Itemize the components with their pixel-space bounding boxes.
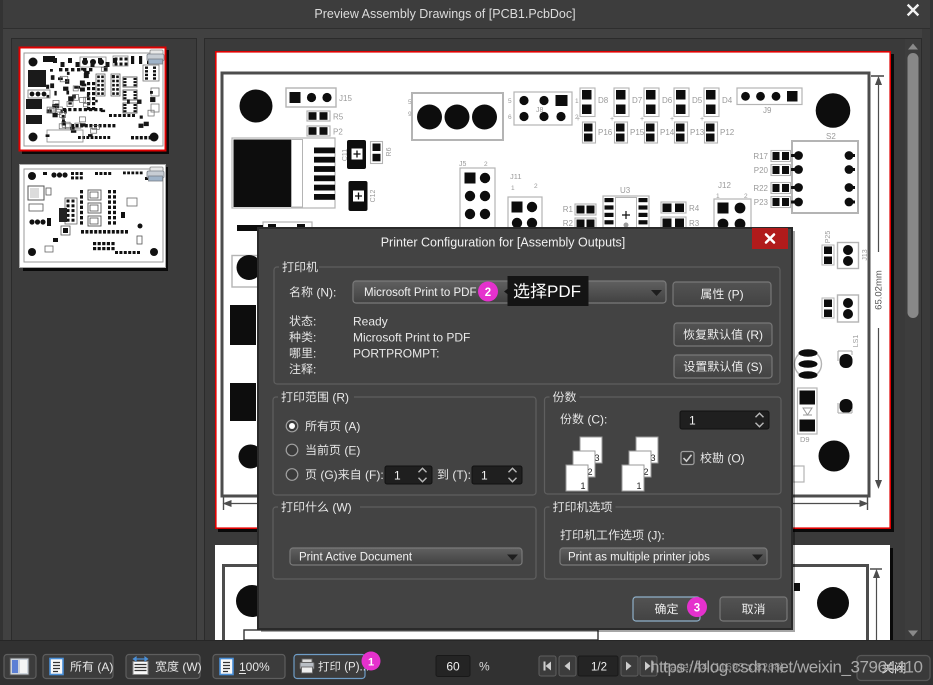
svg-text:D6: D6 bbox=[662, 96, 673, 105]
svg-text:+: + bbox=[670, 116, 674, 123]
svg-text:C11: C11 bbox=[342, 149, 349, 161]
svg-text:R17: R17 bbox=[753, 152, 768, 161]
svg-text:D8: D8 bbox=[598, 96, 609, 105]
svg-text:R22: R22 bbox=[753, 184, 768, 193]
svg-text:Printer Configuration for [Ass: Printer Configuration for [Assembly Outp… bbox=[381, 236, 626, 250]
svg-text:(N):: (N): bbox=[316, 285, 336, 299]
svg-text:J13: J13 bbox=[862, 249, 869, 260]
svg-text:R4: R4 bbox=[689, 204, 700, 213]
svg-text:%: % bbox=[479, 660, 490, 674]
svg-text:P2: P2 bbox=[333, 128, 343, 137]
svg-text:(F):: (F): bbox=[365, 468, 384, 482]
svg-text:J12: J12 bbox=[718, 181, 731, 190]
svg-text:2: 2 bbox=[485, 287, 491, 299]
svg-text:P13: P13 bbox=[690, 128, 705, 137]
svg-text:J15: J15 bbox=[339, 94, 352, 103]
svg-text:5: 5 bbox=[508, 98, 512, 105]
svg-text:C12: C12 bbox=[370, 189, 377, 202]
svg-text:D4: D4 bbox=[722, 96, 733, 105]
svg-text:P14: P14 bbox=[660, 128, 675, 137]
svg-text:PDF: PDF bbox=[547, 282, 581, 301]
svg-text:1: 1 bbox=[481, 468, 488, 482]
svg-text:65.02mm: 65.02mm bbox=[874, 270, 885, 310]
svg-text:+: + bbox=[610, 116, 614, 123]
svg-text:1/2: 1/2 bbox=[591, 662, 607, 674]
svg-text:(R): (R) bbox=[332, 390, 349, 404]
svg-text:Preview Assembly Drawings of [: Preview Assembly Drawings of [PCB1.PcbDo… bbox=[314, 7, 575, 21]
svg-text:1: 1 bbox=[636, 481, 641, 491]
svg-text:P23: P23 bbox=[754, 198, 769, 207]
svg-text:2: 2 bbox=[534, 183, 538, 190]
svg-text:(P): (P) bbox=[728, 287, 744, 301]
svg-text:1: 1 bbox=[580, 481, 585, 491]
svg-text:R2: R2 bbox=[563, 219, 574, 228]
svg-text:+: + bbox=[700, 116, 704, 123]
svg-text::: : bbox=[313, 314, 316, 328]
svg-text:P20: P20 bbox=[754, 166, 769, 175]
svg-text:60: 60 bbox=[446, 660, 460, 674]
svg-text:100%: 100% bbox=[239, 660, 270, 674]
svg-text::: : bbox=[313, 330, 316, 344]
svg-text:(E): (E) bbox=[344, 443, 360, 457]
svg-text:Print Active Document: Print Active Document bbox=[299, 552, 413, 564]
svg-text:J11: J11 bbox=[510, 172, 522, 181]
svg-text:PORTPROMPT:: PORTPROMPT: bbox=[353, 346, 439, 360]
svg-text:J8: J8 bbox=[536, 107, 544, 114]
svg-text:+: + bbox=[576, 116, 580, 123]
svg-text:1: 1 bbox=[511, 185, 515, 192]
svg-text:2: 2 bbox=[484, 161, 488, 168]
svg-text:1: 1 bbox=[394, 468, 401, 482]
svg-text:Microsoft Print to PDF: Microsoft Print to PDF bbox=[364, 287, 476, 299]
svg-text:(J):: (J): bbox=[647, 528, 664, 542]
svg-text:J5: J5 bbox=[459, 161, 467, 168]
svg-text:U3: U3 bbox=[620, 186, 631, 195]
svg-text::: : bbox=[313, 362, 316, 376]
svg-text:+: + bbox=[640, 116, 644, 123]
svg-text:(R): (R) bbox=[746, 328, 763, 342]
svg-text:3: 3 bbox=[694, 603, 700, 615]
svg-text:(G): (G) bbox=[320, 468, 337, 482]
svg-text:9: 9 bbox=[408, 111, 412, 118]
svg-text:D5: D5 bbox=[692, 96, 703, 105]
svg-text:(C):: (C): bbox=[587, 412, 607, 426]
svg-text:5: 5 bbox=[408, 99, 412, 106]
svg-text:R1: R1 bbox=[563, 205, 574, 214]
svg-text:https://blog.csdn.net/weixin_3: https://blog.csdn.net/weixin_37964410 bbox=[650, 658, 923, 677]
svg-text:S2: S2 bbox=[826, 132, 836, 141]
svg-text:D9: D9 bbox=[800, 435, 810, 444]
svg-text:R3: R3 bbox=[689, 219, 700, 228]
svg-text:D7: D7 bbox=[632, 96, 643, 105]
svg-text:1: 1 bbox=[575, 98, 579, 105]
svg-text:(S): (S) bbox=[747, 360, 763, 374]
svg-text:P25: P25 bbox=[825, 231, 832, 244]
svg-text:(T):: (T): bbox=[452, 468, 471, 482]
svg-text::: : bbox=[313, 346, 316, 360]
svg-text:Microsoft Print to PDF: Microsoft Print to PDF bbox=[353, 330, 470, 344]
svg-text:LS1: LS1 bbox=[853, 335, 860, 348]
svg-text:6: 6 bbox=[508, 114, 512, 121]
svg-text:P12: P12 bbox=[720, 128, 735, 137]
svg-text:R5: R5 bbox=[333, 113, 344, 122]
svg-text:Print as multiple printer jobs: Print as multiple printer jobs bbox=[568, 552, 710, 564]
svg-text:Ready: Ready bbox=[353, 314, 388, 328]
svg-text:R6: R6 bbox=[386, 147, 393, 156]
svg-text:(A): (A) bbox=[344, 419, 360, 433]
svg-text:J9: J9 bbox=[763, 106, 772, 115]
svg-text:(W): (W) bbox=[332, 500, 351, 514]
svg-text:(A): (A) bbox=[97, 660, 113, 674]
svg-text:P15: P15 bbox=[630, 128, 645, 137]
svg-text:(O): (O) bbox=[727, 451, 744, 465]
svg-text:P16: P16 bbox=[598, 128, 613, 137]
svg-text:1: 1 bbox=[368, 657, 374, 669]
svg-text:(W): (W) bbox=[182, 660, 201, 674]
svg-text:1: 1 bbox=[689, 413, 696, 427]
